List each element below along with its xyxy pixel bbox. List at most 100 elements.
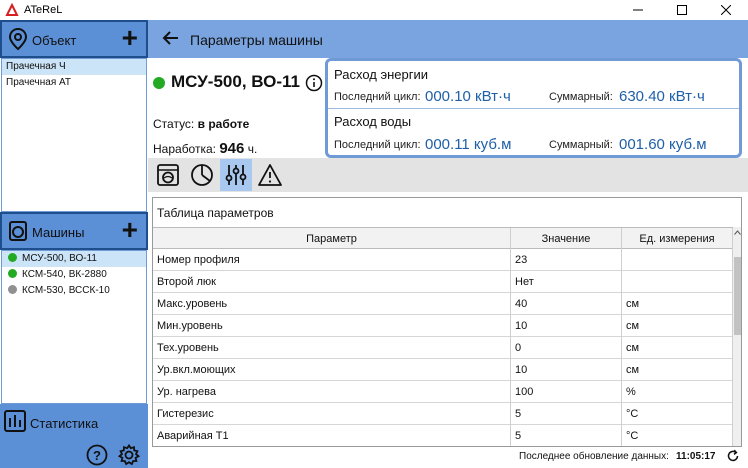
machines-header: Машины +	[0, 212, 148, 250]
hours-value: 946	[219, 140, 245, 157]
cell-value: 10	[511, 315, 622, 337]
machine-status-dot	[153, 77, 165, 89]
cell-parameter: Мин.уровень	[153, 315, 511, 337]
cell-value: 5	[511, 403, 622, 425]
maximize-button[interactable]	[660, 0, 704, 20]
table-row[interactable]: Мин.уровень 10 см	[153, 315, 733, 337]
statistics-label: Статистика	[30, 416, 99, 431]
machine-item-label: КСМ-540, ВК-2880	[22, 269, 107, 280]
cell-unit: см	[622, 293, 733, 315]
sliders-icon	[225, 165, 247, 185]
cell-unit: %	[622, 381, 733, 403]
cell-parameter: Аварийная Т1	[153, 425, 511, 446]
column-header-unit[interactable]: Ед. измерения	[622, 228, 733, 250]
tab-machine[interactable]	[152, 159, 184, 191]
back-arrow-icon[interactable]	[162, 28, 180, 48]
minimize-button[interactable]	[616, 0, 660, 20]
cell-unit: см	[622, 337, 733, 359]
add-object-button[interactable]: +	[122, 24, 138, 52]
machines-list: МСУ-500, ВО-11 КСМ-540, ВК-2880 КСМ-530,…	[1, 250, 147, 404]
table-title: Таблица параметров	[157, 206, 274, 220]
close-icon	[721, 5, 731, 15]
tab-parameters[interactable]	[220, 159, 252, 191]
column-header-parameter[interactable]: Параметр	[153, 228, 511, 250]
tab-statistics[interactable]	[186, 159, 218, 191]
cell-parameter: Ур.вкл.моющих	[153, 359, 511, 381]
cell-parameter: Макс.уровень	[153, 293, 511, 315]
table-row[interactable]: Макс.уровень 40 см	[153, 293, 733, 315]
last-update-label: Последнее обновление данных:	[519, 451, 669, 462]
hours-label: Наработка:	[153, 142, 216, 156]
water-title: Расход воды	[334, 114, 412, 129]
table-row[interactable]: Гистерезис 5 °C	[153, 403, 733, 425]
status-value: в работе	[197, 117, 250, 131]
machine-item[interactable]: КСМ-530, ВССК-10	[2, 283, 146, 299]
energy-total-label: Суммарный:	[549, 91, 613, 103]
window-titlebar: ATeReL	[0, 0, 748, 20]
washing-machine-icon	[9, 221, 27, 241]
table-header-row: Параметр Значение Ед. измерения	[153, 227, 733, 250]
last-update-time: 11:05:17	[676, 451, 716, 462]
cell-value: 5	[511, 425, 622, 446]
scroll-up-button[interactable]	[733, 227, 741, 237]
water-last-value: 000.11 куб.м	[425, 136, 512, 153]
table-row[interactable]: Номер профиля 23	[153, 249, 733, 271]
table-row[interactable]: Аварийная Т1 5 °C	[153, 425, 733, 446]
consumption-panel: Расход энергии Последний цикл: 000.10 кВ…	[325, 58, 742, 158]
cell-value: 10	[511, 359, 622, 381]
column-header-value[interactable]: Значение	[511, 228, 622, 250]
parameters-table: Таблица параметров Параметр Значение Ед.…	[152, 197, 742, 447]
table-row[interactable]: Второй люк Нет	[153, 271, 733, 293]
pie-chart-icon	[191, 164, 213, 186]
hours-unit: ч.	[247, 142, 258, 156]
cell-value: Нет	[511, 271, 622, 293]
machine-item[interactable]: МСУ-500, ВО-11	[2, 251, 146, 267]
cell-unit: см	[622, 315, 733, 337]
energy-last-value: 000.10 кВт·ч	[425, 88, 511, 105]
cell-parameter: Гистерезис	[153, 403, 511, 425]
cell-unit: см	[622, 359, 733, 381]
panel-divider	[328, 108, 739, 109]
machine-item-label: МСУ-500, ВО-11	[22, 253, 97, 264]
object-item[interactable]: Прачечная АТ	[2, 75, 146, 91]
cell-parameter: Второй люк	[153, 271, 511, 293]
object-item[interactable]: Прачечная Ч	[2, 59, 146, 75]
status-dot	[8, 285, 17, 294]
close-button[interactable]	[704, 0, 748, 20]
add-machine-button[interactable]: +	[122, 216, 138, 244]
machine-status: Статус: в работе	[153, 117, 249, 131]
help-icon[interactable]: ?	[86, 444, 108, 466]
water-total-value: 001.60 куб.м	[619, 136, 707, 153]
table-row[interactable]: Ур. нагрева 100%	[153, 381, 733, 403]
status-dot	[8, 253, 17, 262]
machines-header-label: Машины	[32, 225, 85, 240]
machine-item[interactable]: КСМ-540, ВК-2880	[2, 267, 146, 283]
view-toolbar	[148, 158, 748, 192]
cell-value: 100	[511, 381, 622, 403]
objects-header-label: Объект	[32, 33, 77, 48]
app-logo-icon	[5, 3, 19, 17]
svg-text:?: ?	[93, 448, 101, 463]
chevron-up-icon	[734, 229, 741, 235]
scroll-thumb[interactable]	[734, 257, 741, 335]
energy-total-value: 630.40 кВт·ч	[619, 88, 705, 105]
cell-parameter: Тех.уровень	[153, 337, 511, 359]
page-header: Параметры машины	[148, 20, 748, 58]
gear-icon[interactable]	[118, 444, 140, 466]
energy-title: Расход энергии	[334, 67, 429, 82]
window-title: ATeReL	[24, 4, 63, 16]
energy-last-label: Последний цикл:	[334, 91, 421, 103]
table-scrollbar[interactable]	[733, 227, 741, 446]
cell-value: 23	[511, 249, 622, 271]
objects-list: Прачечная Ч Прачечная АТ	[1, 58, 147, 212]
table-row[interactable]: Ур.вкл.моющих 10 см	[153, 359, 733, 381]
warning-icon	[258, 164, 282, 186]
table-row[interactable]: Тех.уровень 0 см	[153, 337, 733, 359]
refresh-icon[interactable]	[726, 449, 740, 463]
status-label: Статус:	[153, 117, 195, 131]
cell-parameter: Номер профиля	[153, 249, 511, 271]
cell-unit	[622, 249, 733, 271]
tab-alarms[interactable]	[254, 159, 286, 191]
info-icon[interactable]	[305, 74, 323, 92]
cell-unit	[622, 271, 733, 293]
